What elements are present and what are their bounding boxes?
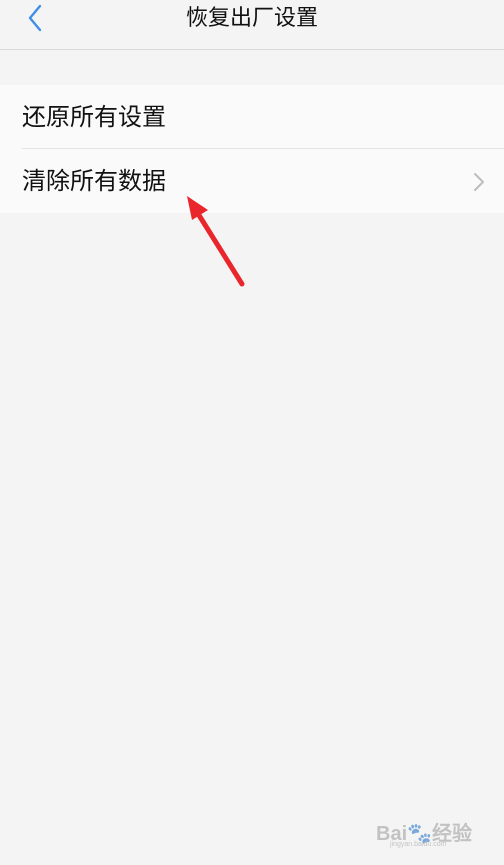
list-item-label: 还原所有设置: [22, 103, 166, 131]
list-item-label: 清除所有数据: [22, 167, 166, 195]
list-item-erase-all-data[interactable]: 清除所有数据: [0, 149, 504, 213]
title-bar: 恢复出厂设置: [0, 0, 504, 50]
settings-list: 还原所有设置 清除所有数据: [0, 85, 504, 213]
baidu-watermark: Bai🐾经验 jingyan.baidu.com: [376, 811, 486, 851]
page-title: 恢复出厂设置: [185, 6, 318, 31]
list-item-reset-all-settings[interactable]: 还原所有设置: [0, 85, 504, 149]
chevron-right-icon: [474, 173, 484, 191]
watermark-url: jingyan.baidu.com: [390, 841, 447, 848]
